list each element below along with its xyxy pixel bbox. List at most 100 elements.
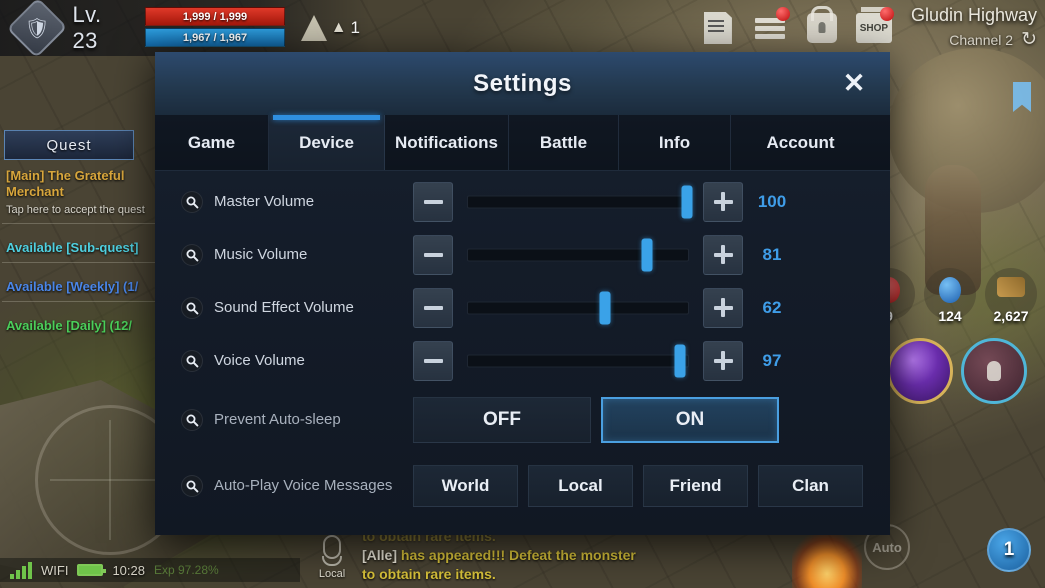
quest-tab-button[interactable]: Quest [4, 130, 134, 160]
option-off[interactable]: OFF [413, 397, 591, 443]
chevron-up-icon: ▲ [330, 19, 347, 36]
chat-line: [Alle] has appeared!!! Defeat the monste… [362, 546, 862, 565]
quest-line-daily[interactable]: Available [Daily] (12/ [6, 318, 175, 333]
vital-bars: 1,999 / 1,999 1,967 / 1,967 [145, 7, 285, 49]
option-clan[interactable]: Clan [758, 465, 863, 507]
channel-row[interactable]: Channel 2 ↻ [911, 28, 1037, 51]
slider-knob[interactable] [599, 291, 611, 324]
refresh-icon[interactable]: ↻ [1021, 28, 1037, 51]
tab-device[interactable]: Device [269, 115, 385, 170]
locked-skill-orb[interactable] [961, 338, 1027, 404]
minus-icon[interactable] [413, 181, 453, 222]
sound-effect-volume-value: 62 [762, 297, 782, 317]
settings-tab-bar: Game Device Notifications Battle Info Ac… [155, 115, 890, 171]
option-on[interactable]: ON [601, 397, 779, 443]
party-flag-icon [300, 15, 327, 41]
magnifier-icon[interactable] [181, 243, 203, 266]
setting-label: Prevent Auto-sleep [214, 411, 341, 429]
setting-label: Master Volume [214, 192, 315, 210]
slider-knob[interactable] [681, 185, 693, 218]
mp-bar: 1,967 / 1,967 [145, 28, 285, 47]
note-glyph [703, 12, 732, 44]
close-icon[interactable]: ✕ [834, 64, 874, 104]
setting-row-sound-effect-volume: Sound Effect Volume 62 [155, 281, 890, 334]
quest-divider [2, 261, 167, 263]
prevent-auto-sleep-options: OFF ON [413, 397, 779, 443]
menu-icon[interactable] [751, 7, 790, 47]
magnifier-icon[interactable] [181, 296, 203, 319]
setting-row-voice-volume: Voice Volume 97 [155, 334, 890, 387]
minus-icon[interactable] [413, 234, 453, 275]
setting-label: Music Volume [214, 245, 308, 263]
bag-icon[interactable] [803, 9, 841, 47]
setting-row-music-volume: Music Volume 81 [155, 228, 890, 281]
slider-track [467, 195, 689, 208]
dialog-header: Settings ✕ [155, 52, 890, 115]
slider-track [467, 354, 689, 367]
signal-icon [10, 561, 32, 579]
minus-icon[interactable] [413, 340, 453, 381]
note-icon[interactable] [699, 9, 737, 47]
tab-battle[interactable]: Battle [509, 115, 619, 170]
magnifier-icon[interactable] [181, 349, 203, 372]
menu-notification-dot [775, 7, 790, 21]
quest-tracker-panel: Quest [Main] The Grateful Merchant Tap h… [0, 130, 175, 333]
scroll-item-count: 2,627 [993, 308, 1029, 324]
channel-label: Channel 2 [949, 31, 1014, 48]
microphone-icon [323, 535, 341, 559]
plus-icon[interactable] [703, 287, 743, 328]
master-volume-slider[interactable] [467, 182, 693, 222]
hud-top-right: SHOP Gludin Highway Channel 2 ↻ [699, 0, 1045, 56]
tab-game[interactable]: Game [155, 115, 269, 170]
ultimate-skill-orb[interactable] [887, 338, 953, 404]
sound-effect-volume-slider[interactable] [467, 288, 689, 328]
party-indicator[interactable]: ▲ 1 [300, 15, 360, 41]
zone-name: Gludin Highway [910, 5, 1037, 25]
option-friend[interactable]: Friend [643, 465, 748, 507]
row-label: Sound Effect Volume [181, 296, 413, 319]
scroll-item-slot[interactable]: 2,627 [985, 268, 1037, 324]
hp-value: 1,999 / 1,999 [182, 10, 248, 23]
slider-knob[interactable] [641, 238, 653, 271]
music-volume-slider[interactable] [467, 235, 689, 275]
quest-line-subquest[interactable]: Available [Sub-quest] [6, 240, 175, 255]
option-world[interactable]: World [413, 465, 518, 507]
option-local[interactable]: Local [528, 465, 633, 507]
row-label: Master Volume [181, 190, 413, 213]
music-volume-value: 81 [762, 244, 782, 264]
shield-icon[interactable]: 🛡 [6, 0, 68, 59]
minus-icon[interactable] [413, 287, 453, 328]
voice-chat-button[interactable]: Local [310, 535, 354, 580]
quest-line-weekly[interactable]: Available [Weekly] (1/ [6, 279, 175, 294]
tab-info[interactable]: Info [619, 115, 731, 170]
notification-badge[interactable]: 1 [987, 528, 1031, 572]
shop-notification-dot [879, 7, 894, 21]
voice-volume-slider[interactable] [467, 341, 689, 381]
slider-track [467, 248, 689, 261]
magnifier-icon[interactable] [181, 475, 203, 497]
slider-knob[interactable] [674, 344, 686, 377]
voice-volume-value: 97 [762, 350, 782, 370]
tab-notifications[interactable]: Notifications [385, 115, 509, 170]
setting-label: Auto-Play Voice Messages [214, 477, 393, 495]
plus-icon[interactable] [703, 340, 743, 381]
chat-log[interactable]: to obtain rare items. [Alle] has appeare… [362, 527, 862, 584]
quest-divider [2, 222, 167, 224]
magnifier-icon[interactable] [181, 190, 203, 213]
party-count: 1 [350, 18, 360, 37]
plus-icon[interactable] [703, 234, 743, 275]
mp-potion-count: 124 [938, 308, 962, 324]
quest-main-subtitle: Tap here to accept the quest [6, 203, 145, 216]
setting-label: Sound Effect Volume [214, 298, 354, 316]
shop-icon[interactable]: SHOP [855, 7, 894, 47]
plus-icon[interactable] [703, 181, 743, 222]
setting-row-prevent-auto-sleep: Prevent Auto-sleep OFF ON [155, 387, 890, 453]
magnifier-icon[interactable] [181, 409, 203, 431]
mp-potion-slot[interactable]: 124 [924, 268, 976, 324]
chat-sender: [Alle] [362, 547, 397, 564]
tab-account[interactable]: Account [731, 115, 870, 170]
voice-channel-label: Local [318, 568, 346, 580]
chat-message: has appeared!!! Defeat the monster [397, 547, 636, 564]
settings-content: Master Volume 100 Music Volume 81 Sound … [155, 171, 890, 519]
master-volume-value: 100 [757, 191, 787, 211]
